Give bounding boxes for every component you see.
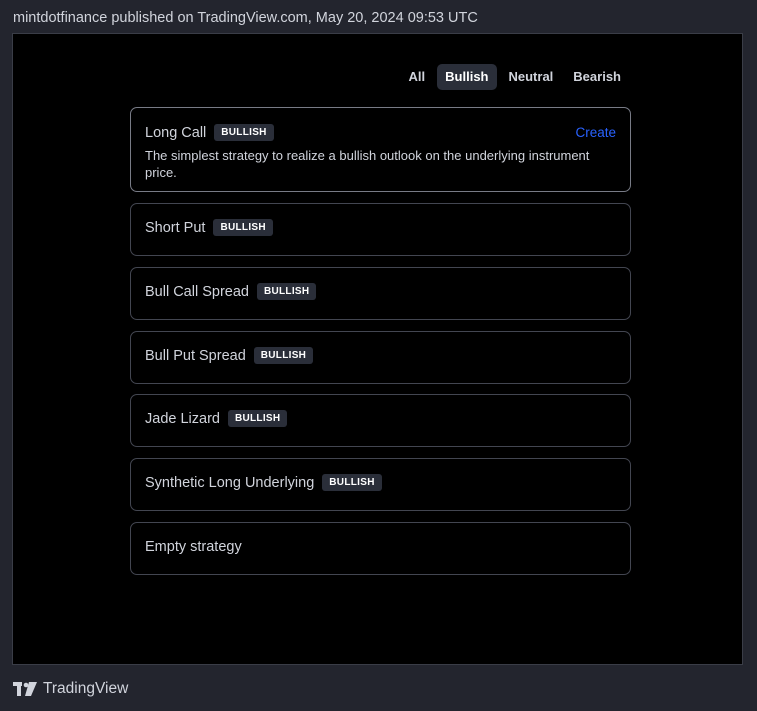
strategy-card-long-call[interactable]: Long Call BULLISH Create The simplest st… xyxy=(130,107,631,192)
strategy-name: Short Put xyxy=(145,219,206,236)
tab-all[interactable]: All xyxy=(401,64,434,90)
footer-brand[interactable]: TradingView xyxy=(13,680,128,698)
strategy-card-empty[interactable]: Empty strategy xyxy=(130,522,631,575)
filter-tabs: All Bullish Neutral Bearish xyxy=(401,64,629,90)
tradingview-logo-icon xyxy=(13,682,37,696)
tab-bullish[interactable]: Bullish xyxy=(437,64,497,90)
bullish-badge: BULLISH xyxy=(214,124,274,141)
strategy-card-bull-put-spread[interactable]: Bull Put Spread BULLISH xyxy=(130,331,631,384)
bullish-badge: BULLISH xyxy=(253,347,314,364)
bullish-badge: BULLISH xyxy=(227,410,288,427)
strategy-name: Bull Put Spread xyxy=(145,347,246,364)
strategy-card-short-put[interactable]: Short Put BULLISH xyxy=(130,203,631,256)
tab-bearish[interactable]: Bearish xyxy=(565,64,629,90)
strategy-name: Empty strategy xyxy=(145,539,242,555)
bullish-badge: BULLISH xyxy=(322,474,382,491)
strategy-name: Long Call xyxy=(145,124,207,141)
strategy-name: Bull Call Spread xyxy=(145,283,249,300)
published-line: mintdotfinance published on TradingView.… xyxy=(13,10,478,26)
bullish-badge: BULLISH xyxy=(213,219,273,236)
footer-brand-name: TradingView xyxy=(43,680,129,697)
strategy-name: Synthetic Long Underlying xyxy=(145,474,315,491)
strategy-name: Jade Lizard xyxy=(145,410,220,427)
strategy-panel: All Bullish Neutral Bearish Long Call BU… xyxy=(12,33,743,665)
create-link[interactable]: Create xyxy=(575,125,616,140)
bullish-badge: BULLISH xyxy=(256,283,317,300)
strategy-card-jade-lizard[interactable]: Jade Lizard BULLISH xyxy=(130,394,631,447)
strategy-description: The simplest strategy to realize a bulli… xyxy=(145,148,590,180)
tab-neutral[interactable]: Neutral xyxy=(501,64,562,90)
strategy-card-synthetic-long-underlying[interactable]: Synthetic Long Underlying BULLISH xyxy=(130,458,631,511)
strategy-card-bull-call-spread[interactable]: Bull Call Spread BULLISH xyxy=(130,267,631,320)
